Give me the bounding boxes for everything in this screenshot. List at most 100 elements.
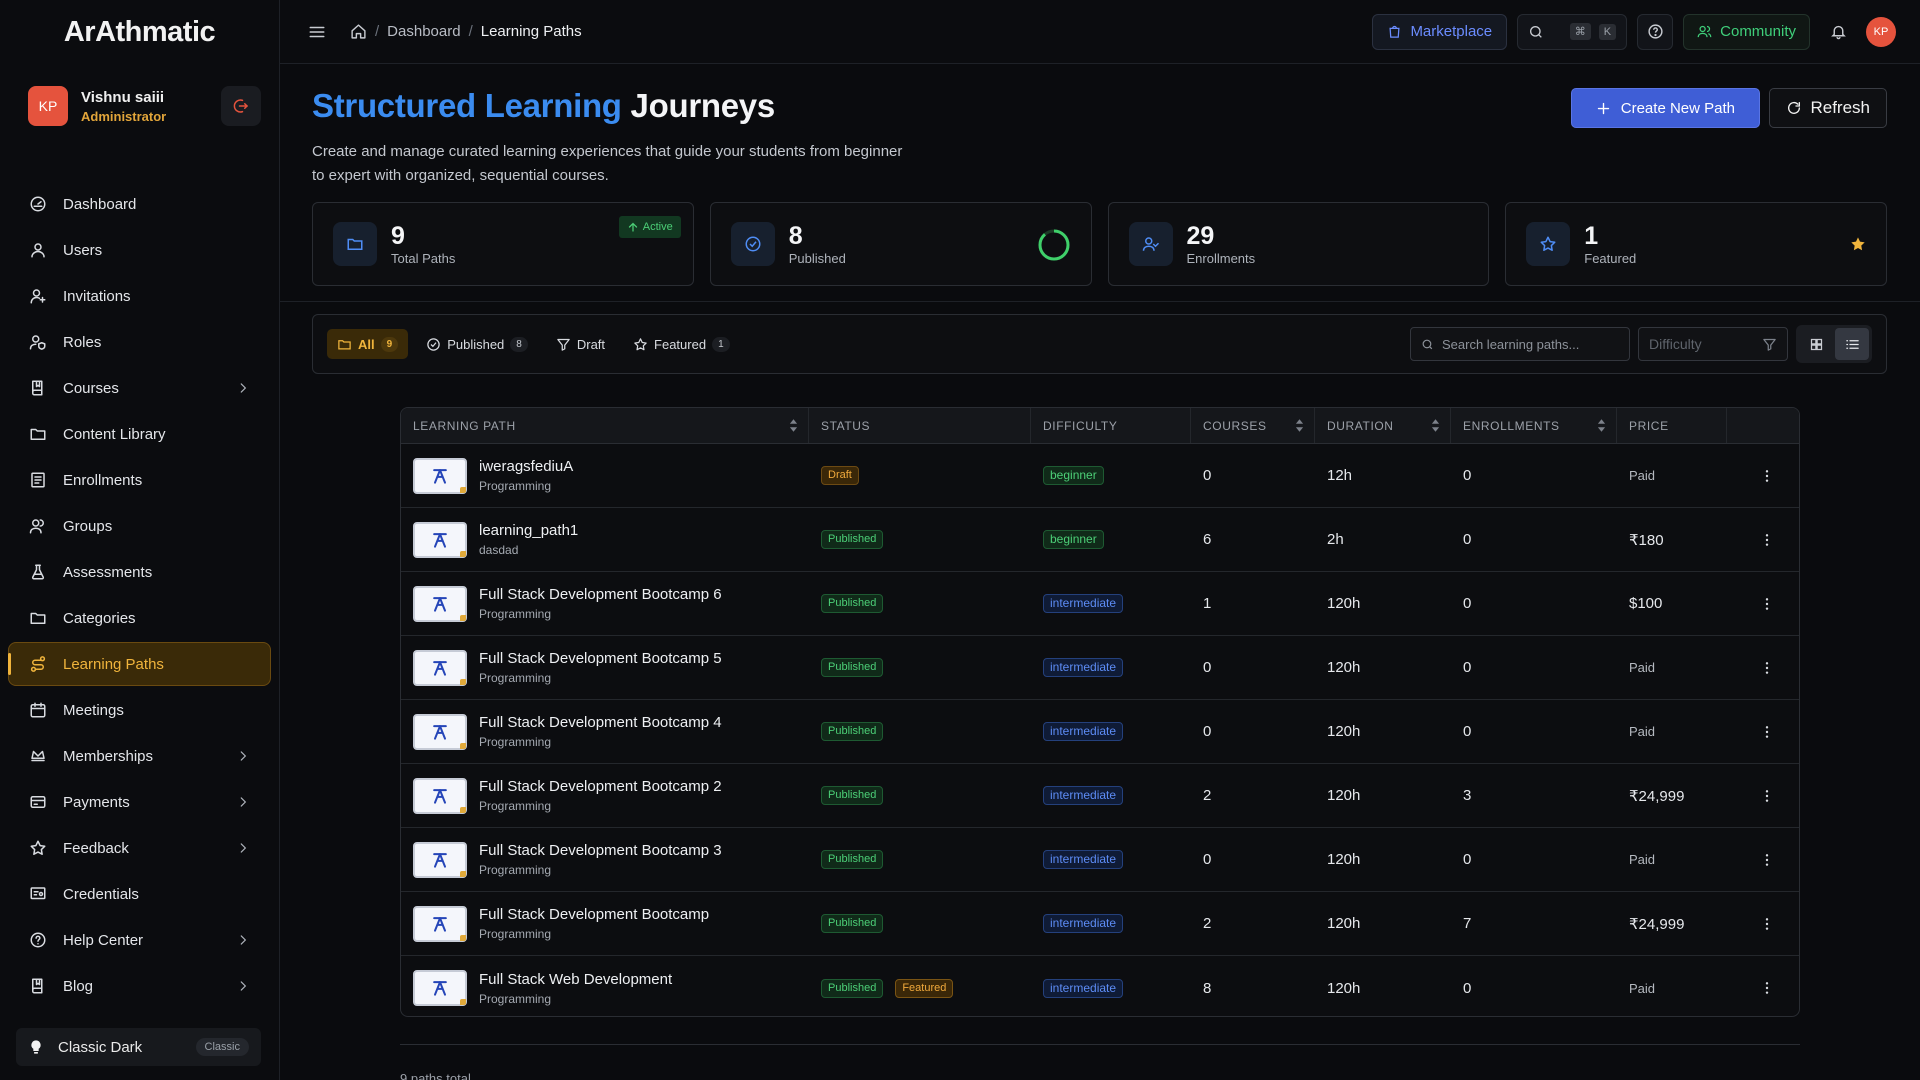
- filter-all[interactable]: All 9: [327, 329, 409, 359]
- sidebar-item-blog[interactable]: Blog: [8, 964, 271, 1008]
- global-search-button[interactable]: ⌘ K: [1517, 13, 1628, 50]
- community-button[interactable]: Community: [1683, 13, 1810, 50]
- sidebar-item-invitations[interactable]: Invitations: [8, 274, 271, 318]
- sidebar-item-enrollments[interactable]: Enrollments: [8, 458, 271, 502]
- filter-featured[interactable]: Featured 1: [623, 329, 740, 359]
- sidebar-item-learning-paths[interactable]: Learning Paths: [8, 642, 271, 686]
- create-new-path-button[interactable]: Create New Path: [1570, 88, 1760, 128]
- sidebar-item-memberships[interactable]: Memberships: [8, 734, 271, 778]
- path-name[interactable]: iweragsfediuA: [479, 458, 573, 475]
- path-thumbnail: [413, 457, 467, 494]
- marketplace-button[interactable]: Marketplace: [1372, 13, 1508, 50]
- row-actions-button[interactable]: [1727, 700, 1799, 763]
- row-actions-button[interactable]: [1727, 892, 1799, 955]
- path-name[interactable]: Full Stack Development Bootcamp 6: [479, 586, 722, 603]
- row-actions-button[interactable]: [1727, 956, 1799, 1016]
- folder-icon: [347, 238, 363, 250]
- row-actions-button[interactable]: [1727, 828, 1799, 891]
- sort-icon: [1597, 419, 1606, 432]
- path-name[interactable]: Full Stack Development Bootcamp: [479, 906, 709, 923]
- featured-badge: Featured: [895, 978, 954, 998]
- user-name: Vishnu saiii: [81, 88, 165, 106]
- table-row[interactable]: Full Stack Development Bootcamp 2 Progra…: [401, 764, 1799, 828]
- app-logo[interactable]: ArAthmatic: [0, 0, 279, 64]
- cell-status: Published: [809, 828, 1031, 891]
- column-header-duration[interactable]: DURATION: [1315, 408, 1451, 443]
- column-header-status: STATUS: [809, 408, 1031, 443]
- path-category: Programming: [479, 735, 552, 749]
- table-row[interactable]: Full Stack Development Bootcamp 4 Progra…: [401, 700, 1799, 764]
- sidebar-item-meetings[interactable]: Meetings: [8, 688, 271, 732]
- status-badge: Published: [821, 658, 884, 677]
- column-label: LEARNING PATH: [413, 418, 516, 433]
- status-badge: Published: [821, 594, 884, 613]
- filter-draft[interactable]: Draft: [546, 329, 615, 359]
- path-name[interactable]: Full Stack Web Development: [479, 971, 672, 988]
- path-name[interactable]: Full Stack Development Bootcamp 5: [479, 650, 722, 667]
- sidebar-item-label: Users: [63, 241, 103, 259]
- flask-icon: [31, 564, 45, 580]
- table-row[interactable]: learning_path1 dasdad Published beginner…: [401, 508, 1799, 572]
- table-row[interactable]: Full Stack Web Development Programming P…: [401, 956, 1799, 1016]
- bell-icon: [1830, 25, 1846, 40]
- table-row[interactable]: Full Stack Development Bootcamp Programm…: [401, 892, 1799, 956]
- sidebar-item-roles[interactable]: Roles: [8, 320, 271, 364]
- stat-card-total-paths: 9 Total Paths Active: [312, 202, 694, 286]
- sidebar-item-users[interactable]: Users: [8, 228, 271, 272]
- stat-icon-box: [1526, 222, 1571, 266]
- table-row[interactable]: Full Stack Development Bootcamp 5 Progra…: [401, 636, 1799, 700]
- path-name[interactable]: Full Stack Development Bootcamp 2: [479, 778, 722, 795]
- table-row[interactable]: Full Stack Development Bootcamp 6 Progra…: [401, 572, 1799, 636]
- path-name[interactable]: learning_path1: [479, 522, 578, 539]
- path-name[interactable]: Full Stack Development Bootcamp 3: [479, 842, 722, 859]
- create-new-path-label: Create New Path: [1620, 99, 1735, 117]
- column-header-enrollments[interactable]: ENROLLMENTS: [1451, 408, 1617, 443]
- sidebar-item-content-library[interactable]: Content Library: [8, 412, 271, 456]
- sidebar-item-label: Roles: [63, 333, 102, 351]
- column-header-learning-path[interactable]: LEARNING PATH: [401, 408, 809, 443]
- cell-duration: 12h: [1327, 467, 1353, 484]
- menu-icon[interactable]: [308, 23, 326, 41]
- grid-view-button[interactable]: [1799, 328, 1833, 360]
- row-actions-button[interactable]: [1727, 636, 1799, 699]
- sidebar-item-courses[interactable]: Courses: [8, 366, 271, 410]
- filter-published[interactable]: Published 8: [416, 329, 538, 359]
- table-row[interactable]: iweragsfediuA Programming Draft beginner…: [401, 444, 1799, 508]
- active-badge-label: Active: [642, 221, 673, 233]
- sidebar-item-credentials[interactable]: Credentials: [8, 872, 271, 916]
- help-button[interactable]: [1637, 13, 1674, 50]
- path-name[interactable]: Full Stack Development Bootcamp 4: [479, 714, 722, 731]
- difficulty-badge: beginner: [1043, 466, 1104, 485]
- home-icon[interactable]: [350, 23, 367, 40]
- row-actions-button[interactable]: [1727, 764, 1799, 827]
- logout-button[interactable]: [221, 86, 261, 126]
- status-badge: Published: [821, 722, 884, 741]
- sidebar-item-payments[interactable]: Payments: [8, 780, 271, 824]
- search-input[interactable]: Search learning paths...: [1410, 327, 1630, 361]
- stat-value: 9: [391, 221, 405, 250]
- path-thumbnail-icon: [433, 660, 447, 676]
- stat-label: Published: [788, 250, 846, 266]
- column-header-courses[interactable]: COURSES: [1191, 408, 1315, 443]
- table-row[interactable]: Full Stack Development Bootcamp 3 Progra…: [401, 828, 1799, 892]
- sidebar-item-feedback[interactable]: Feedback: [8, 826, 271, 870]
- difficulty-select[interactable]: Difficulty: [1638, 327, 1788, 361]
- breadcrumb-dashboard[interactable]: Dashboard: [387, 23, 460, 40]
- theme-switcher[interactable]: Classic Dark Classic: [16, 1028, 261, 1066]
- profile-avatar[interactable]: KP: [1866, 16, 1896, 47]
- sidebar-item-assessments[interactable]: Assessments: [8, 550, 271, 594]
- row-actions-button[interactable]: [1727, 444, 1799, 507]
- refresh-button[interactable]: Refresh: [1769, 88, 1887, 128]
- list-view-button[interactable]: [1835, 328, 1869, 360]
- sidebar-item-help-center[interactable]: Help Center: [8, 918, 271, 962]
- row-actions-button[interactable]: [1727, 572, 1799, 635]
- column-label: ENROLLMENTS: [1463, 418, 1560, 433]
- row-actions-button[interactable]: [1727, 508, 1799, 571]
- chevron-right-icon: [240, 843, 247, 853]
- sidebar-item-categories[interactable]: Categories: [8, 596, 271, 640]
- notifications-button[interactable]: [1820, 14, 1856, 50]
- user-avatar[interactable]: KP: [28, 86, 68, 126]
- sidebar-item-groups[interactable]: Groups: [8, 504, 271, 548]
- sidebar-item-dashboard[interactable]: Dashboard: [8, 182, 271, 226]
- path-thumbnail: [413, 905, 467, 942]
